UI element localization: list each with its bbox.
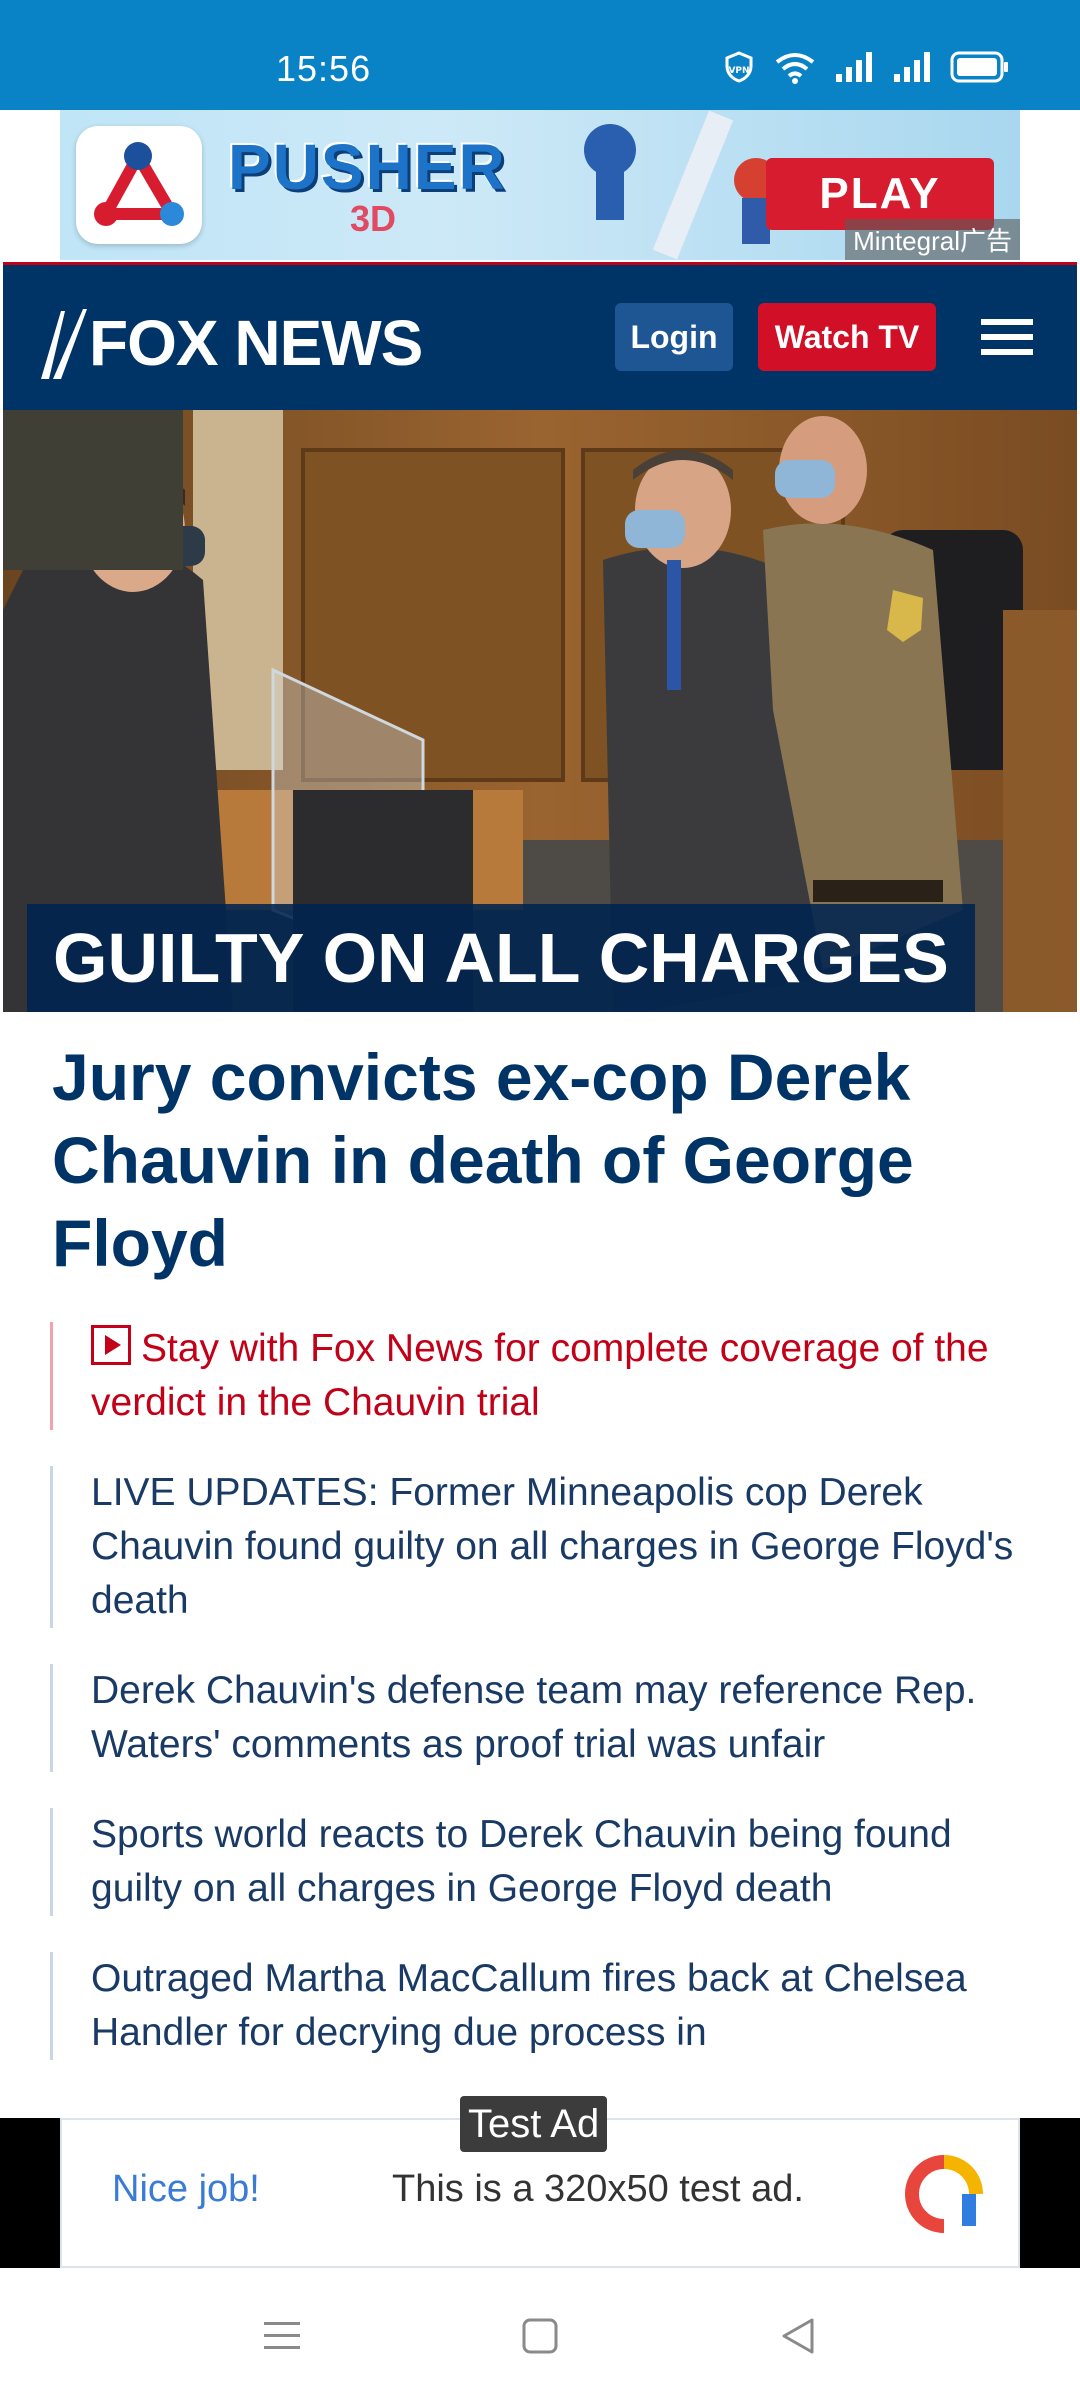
related-link-coverage[interactable]: Stay with Fox News for complete coverage… <box>50 1322 1050 1430</box>
vpn-icon: VPN <box>725 51 753 83</box>
article-title[interactable]: Jury convicts ex-cop Derek Chauvin in de… <box>52 1036 1032 1285</box>
test-ad-label: Test Ad <box>460 2096 608 2152</box>
signal-icon <box>894 52 930 82</box>
signal-icon <box>836 52 872 82</box>
hero-headline: GUILTY ON ALL CHARGES <box>27 904 975 1012</box>
related-link-text: Stay with Fox News for complete coverage… <box>91 1327 989 1424</box>
related-link-maccallum[interactable]: Outraged Martha MacCallum fires back at … <box>50 1952 1050 2060</box>
ad-source-label: Mintegral广告 <box>845 219 1020 260</box>
play-icon <box>91 1325 131 1365</box>
ad-title: PUSHER <box>228 131 507 203</box>
ad-app-icon <box>76 126 202 244</box>
status-bar: 15:56 VPN <box>0 0 1080 110</box>
wifi-icon <box>775 53 815 84</box>
ad-logo-icon <box>905 2155 983 2233</box>
login-button[interactable]: Login <box>615 303 733 371</box>
related-link-defense-team[interactable]: Derek Chauvin's defense team may referen… <box>50 1664 1050 1772</box>
related-link-live-updates[interactable]: LIVE UPDATES: Former Minneapolis cop Der… <box>50 1466 1050 1628</box>
searchlight-icon <box>41 309 87 379</box>
battery-icon <box>950 51 1008 83</box>
hamburger-icon[interactable] <box>981 317 1033 357</box>
related-link-sports-world[interactable]: Sports world reacts to Derek Chauvin bei… <box>50 1808 1050 1916</box>
svg-text:VPN: VPN <box>728 66 749 76</box>
hero-image[interactable]: GUILTY ON ALL CHARGES <box>3 410 1077 1012</box>
logo-text: FOX NEWS <box>89 307 423 379</box>
fox-news-logo[interactable]: FOX NEWS <box>39 305 423 381</box>
related-links: Stay with Fox News for complete coverage… <box>50 1322 1050 2096</box>
site-header: FOX NEWS Login Watch TV <box>3 262 1077 413</box>
ad-nice-job-text: Nice job! <box>112 2168 260 2210</box>
system-nav-bar <box>0 2268 1080 2400</box>
ad-subtitle: 3D <box>350 198 397 239</box>
recent-apps-icon[interactable] <box>262 2316 302 2356</box>
home-icon[interactable] <box>520 2316 560 2356</box>
status-icons: VPN <box>722 50 1010 84</box>
banner-ad[interactable]: PUSHER 3D PLAY Mintegral广告 <box>60 110 1020 260</box>
status-time: 15:56 <box>276 48 372 89</box>
back-icon[interactable] <box>778 2316 818 2356</box>
ad-body-text: This is a 320x50 test ad. <box>392 2168 804 2210</box>
watch-tv-button[interactable]: Watch TV <box>758 303 936 371</box>
